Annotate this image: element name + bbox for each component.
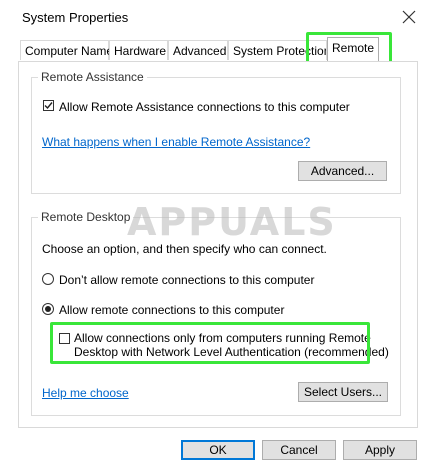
tab-advanced[interactable]: Advanced [168, 40, 228, 60]
advanced-button[interactable]: Advanced... [298, 161, 387, 181]
help-me-choose-link[interactable]: Help me choose [42, 386, 129, 400]
remote-desktop-title: Remote Desktop [38, 210, 134, 224]
allow-remote-assistance-label: Allow Remote Assistance connections to t… [59, 100, 350, 114]
remote-assistance-help-link[interactable]: What happens when I enable Remote Assist… [42, 135, 310, 149]
radio-selected-dot [45, 306, 51, 312]
title-bar: System Properties [0, 0, 436, 36]
checkmark-icon [44, 102, 53, 110]
deny-remote-label: Don’t allow remote connections to this c… [59, 273, 315, 287]
allow-remote-assistance-checkbox[interactable] [43, 100, 54, 111]
close-icon[interactable] [400, 8, 418, 26]
allow-remote-label: Allow remote connections to this compute… [59, 303, 285, 317]
tab-hardware[interactable]: Hardware [109, 40, 168, 60]
window-title: System Properties [22, 10, 129, 25]
deny-remote-radio[interactable] [42, 273, 54, 285]
tab-computer-name[interactable]: Computer Name [20, 40, 113, 60]
appuals-watermark: APPUALS [127, 200, 337, 244]
tab-panel-remote: Remote Assistance Allow Remote Assistanc… [18, 61, 418, 428]
tab-strip: Computer Name Hardware Advanced System P… [20, 37, 420, 62]
dialog-button-row: OK Cancel Apply [0, 428, 436, 474]
cancel-button[interactable]: Cancel [262, 440, 336, 460]
select-users-button[interactable]: Select Users... [298, 382, 388, 402]
ok-button[interactable]: OK [181, 440, 255, 460]
tab-remote[interactable]: Remote [327, 37, 379, 61]
remote-assistance-title: Remote Assistance [38, 70, 147, 84]
allow-remote-radio[interactable] [42, 303, 54, 315]
nla-option-highlight [50, 322, 370, 364]
apply-button[interactable]: Apply [343, 440, 417, 460]
remote-desktop-description: Choose an option, and then specify who c… [42, 242, 327, 256]
